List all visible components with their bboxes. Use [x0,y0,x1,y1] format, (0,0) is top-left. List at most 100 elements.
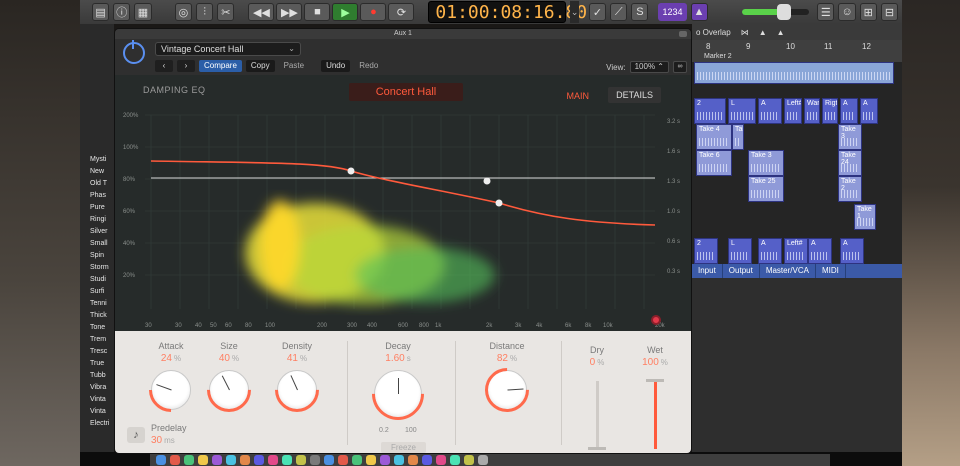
dock-app-icon[interactable] [268,455,278,465]
master-volume-slider[interactable] [741,4,810,20]
audio-region[interactable]: Take 24 [838,150,862,176]
predelay-control[interactable]: Predelay 30 ms [151,423,215,446]
library-item[interactable]: New [90,166,114,178]
audio-region[interactable]: A [808,238,832,264]
decay-curve[interactable] [150,160,656,226]
dock-app-icon[interactable] [408,455,418,465]
dry-fader[interactable] [588,381,606,450]
dock-app-icon[interactable] [464,455,474,465]
audio-region[interactable]: A [758,238,782,264]
audio-region[interactable]: L [728,98,756,124]
marker-label[interactable]: Marker 2 [704,53,732,60]
automation-icon[interactable]: ▲ [759,28,767,37]
library-item[interactable]: Storm [90,262,114,274]
audio-region[interactable]: A [840,238,864,264]
link-icon[interactable]: ∞ [673,61,687,73]
dock-app-icon[interactable] [184,455,194,465]
library-item[interactable]: Old T [90,178,114,190]
dock-app-icon[interactable] [240,455,250,465]
library-item[interactable]: Pure [90,202,114,214]
audio-region[interactable]: Take 6 [696,150,732,176]
audio-region[interactable]: Take 4 [696,124,732,150]
audio-region[interactable]: A [860,98,878,124]
notes-icon[interactable]: ☺ [838,3,856,21]
view-zoom-select[interactable]: 100% ⌃ [629,61,669,73]
dock-app-icon[interactable] [422,455,432,465]
lcd-time-display[interactable]: 01:00:08:16.80 [428,1,587,23]
audio-region[interactable]: A [758,98,782,124]
audio-region[interactable]: A [840,98,858,124]
library-item[interactable]: True [90,358,114,370]
audio-region[interactable]: Take 3 [838,124,862,150]
library-item[interactable]: Phas [90,190,114,202]
next-preset-button[interactable]: › [177,60,195,72]
lcd-menu-chevron-icon[interactable]: ⌄ [570,1,579,23]
overlap-mode-select[interactable]: o Overlap [696,28,731,37]
dock-app-icon[interactable] [254,455,264,465]
output-indicator-icon[interactable] [651,315,661,325]
wet-fader[interactable] [646,379,664,449]
redo-button[interactable]: Redo [354,60,383,72]
audio-region[interactable]: L [728,238,752,264]
dock-app-icon[interactable] [310,455,320,465]
library-item[interactable]: Vibra [90,382,114,394]
audio-region[interactable]: Take 25 [748,176,784,202]
dock-app-icon[interactable] [324,455,334,465]
eq-handle-low[interactable] [347,167,355,175]
library-item[interactable]: Vinta [90,394,114,406]
library-item[interactable]: Tubb [90,370,114,382]
power-icon[interactable] [123,40,145,64]
dock-app-icon[interactable] [380,455,390,465]
browser-icon[interactable]: ⊟ [880,3,899,21]
bar-number[interactable]: 11 [824,42,832,51]
bar-number[interactable]: 12 [862,42,871,51]
list-editors-icon[interactable]: ☰ [817,3,835,21]
eq-handle-mid[interactable] [483,177,491,185]
library-item[interactable]: Studi [90,274,114,286]
density-knob[interactable] [265,358,329,422]
library-item[interactable]: Surfi [90,286,114,298]
library-item[interactable]: Silver [90,226,114,238]
library-icon[interactable]: ▤ [92,3,110,21]
audio-region[interactable]: Rigt [822,98,838,124]
library-item[interactable]: Spin [90,250,114,262]
library-item[interactable]: Ringi [90,214,114,226]
library-item[interactable]: Tone [90,322,114,334]
tuner-icon[interactable]: ✓ [588,3,607,21]
audio-region[interactable]: Left# [784,238,808,264]
dock-app-icon[interactable] [478,455,488,465]
bar-number[interactable]: 9 [746,42,750,51]
audio-region[interactable] [694,62,894,84]
dock-app-icon[interactable] [352,455,362,465]
eq-handle-high[interactable] [495,199,503,207]
audio-region[interactable]: Take 3 [748,150,784,176]
undo-button[interactable]: Undo [321,60,351,72]
library-item[interactable]: Trem [90,334,114,346]
size-knob[interactable] [197,358,261,422]
master-volume-knob[interactable] [776,4,791,20]
dock-app-icon[interactable] [156,455,166,465]
compare-button[interactable]: Compare [199,60,242,72]
audio-region[interactable]: 2 [694,98,726,124]
paste-button[interactable]: Paste [279,60,309,72]
inspector-icon[interactable]: ⓘ [113,3,131,21]
decay-knob[interactable] [361,357,435,431]
note-sync-icon[interactable]: ♪ [127,427,145,443]
dock-app-icon[interactable] [212,455,222,465]
mixer-tab[interactable]: Input [692,264,723,278]
library-item[interactable]: Small [90,238,114,250]
cycle-icon[interactable]: ⟳ [388,3,415,21]
library-item[interactable]: Mysti [90,154,114,166]
library-item[interactable]: Thick [90,310,114,322]
window-resize-icon[interactable] [679,31,687,37]
library-item[interactable]: Electri [90,418,114,430]
stop-icon[interactable]: ■ [304,3,331,21]
solo-icon[interactable]: S [631,3,649,21]
damping-eq-graph[interactable]: 200% 100% 80% 60% 40% 20% 3.2 s 1.6 s 1.3 s 1.0 … [115,105,692,331]
dock-app-icon[interactable] [226,455,236,465]
distance-knob[interactable] [475,358,539,422]
dock-app-icon[interactable] [436,455,446,465]
dock-app-icon[interactable] [282,455,292,465]
forward-icon[interactable]: ▶▶ [276,3,303,21]
audio-region[interactable]: Left# [784,98,802,124]
